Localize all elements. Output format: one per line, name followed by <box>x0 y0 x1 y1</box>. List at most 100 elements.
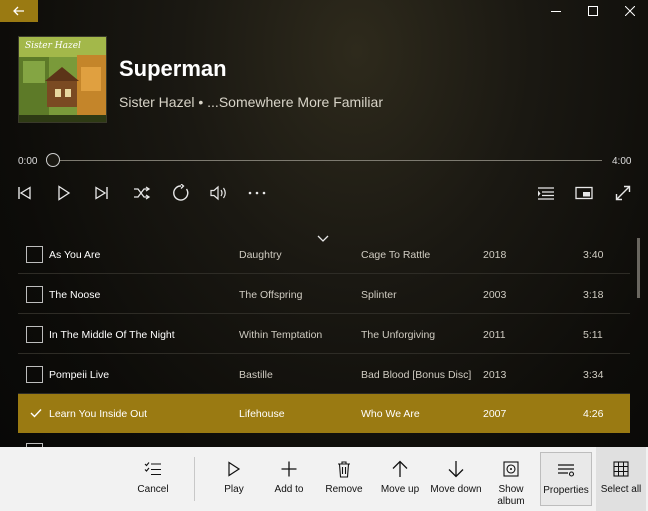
seek-thumb[interactable] <box>46 153 60 167</box>
track-duration: 3:34 <box>583 369 604 381</box>
minimize-button[interactable] <box>536 0 576 22</box>
properties-label: Properties <box>543 485 589 496</box>
track-title: In The Middle Of The Night <box>49 329 175 341</box>
cancel-selection-icon <box>144 462 161 476</box>
next-icon <box>95 186 108 200</box>
arrow-up-icon <box>392 460 408 477</box>
properties-button[interactable]: Properties <box>540 452 592 506</box>
next-button[interactable] <box>90 182 114 204</box>
track-row[interactable]: The Noose The Offspring Splinter 2003 3:… <box>18 275 630 314</box>
select-all-icon <box>613 461 629 477</box>
track-artist: Bastille <box>239 369 273 381</box>
command-divider <box>194 457 195 501</box>
previous-icon <box>18 186 31 200</box>
track-artist: Daughtry <box>239 249 282 261</box>
track-duration: 4:26 <box>583 408 604 420</box>
arrow-left-icon <box>13 6 24 16</box>
track-title: As You Are <box>49 249 101 261</box>
move-up-button[interactable]: Move up <box>376 447 424 511</box>
repeat-icon <box>173 184 189 201</box>
list-scrollbar[interactable] <box>637 238 640 298</box>
close-button[interactable] <box>610 0 648 22</box>
track-album: Who We Are <box>361 408 420 420</box>
volume-button[interactable] <box>207 182 231 204</box>
track-artist: Within Temptation <box>239 329 323 341</box>
plus-icon <box>281 461 297 477</box>
track-year: 2018 <box>483 249 507 261</box>
properties-icon <box>558 464 575 477</box>
track-row[interactable]: In The Middle Of The Night Within Tempta… <box>18 315 630 354</box>
more-button[interactable] <box>245 182 269 204</box>
song-title: Superman <box>119 56 227 81</box>
cancel-button[interactable]: Cancel <box>128 447 178 511</box>
add-to-button[interactable]: Add to <box>268 447 310 511</box>
play-icon <box>228 461 241 477</box>
cancel-label: Cancel <box>137 484 169 495</box>
play-button[interactable] <box>52 182 76 204</box>
track-row[interactable]: Pompeii Live Bastille Bad Blood [Bonus D… <box>18 355 630 394</box>
mini-view-icon <box>575 186 593 200</box>
minimize-icon <box>551 11 561 12</box>
track-title: The Noose <box>49 289 101 301</box>
track-checkbox[interactable] <box>26 286 43 303</box>
remove-button[interactable]: Remove <box>322 447 366 511</box>
play-selected-button[interactable]: Play <box>214 447 254 511</box>
mini-view-button[interactable] <box>572 182 596 204</box>
track-artist: The Offspring <box>239 289 303 301</box>
seek-bar[interactable] <box>52 160 602 161</box>
show-album-label: Show album <box>497 484 525 507</box>
arrow-down-icon <box>448 461 464 478</box>
track-artist: Lifehouse <box>239 408 285 420</box>
command-bar: Cancel Play Add to Remove Move up Move d… <box>0 447 648 511</box>
track-checkbox[interactable] <box>26 326 43 343</box>
more-icon <box>248 191 266 195</box>
track-year: 2007 <box>483 408 507 420</box>
close-icon <box>625 6 635 16</box>
move-up-label: Move up <box>380 484 420 495</box>
track-album: Bad Blood [Bonus Disc] ( <box>361 369 474 381</box>
add-to-label: Add to <box>274 484 304 495</box>
svg-text:Sister Hazel: Sister Hazel <box>25 41 81 51</box>
full-screen-button[interactable] <box>611 182 635 204</box>
track-row-selected[interactable]: Learn You Inside Out Lifehouse Who We Ar… <box>18 394 630 433</box>
full-screen-icon <box>615 185 631 201</box>
maximize-icon <box>588 6 598 16</box>
album-icon <box>503 461 519 477</box>
track-album: The Unforgiving <box>361 329 436 341</box>
volume-icon <box>210 185 226 201</box>
track-duration: 3:18 <box>583 289 604 301</box>
move-down-button[interactable]: Move down <box>428 447 484 511</box>
elapsed-time: 0:00 <box>18 156 38 167</box>
trash-icon <box>338 460 350 478</box>
track-duration: 3:40 <box>583 249 604 261</box>
now-playing-list-button[interactable] <box>534 182 558 204</box>
album-art: Sister Hazel <box>18 36 107 123</box>
previous-button[interactable] <box>12 182 36 204</box>
track-year: 2011 <box>483 329 506 341</box>
track-year: 2003 <box>483 289 507 301</box>
track-album: Cage To Rattle <box>361 249 431 261</box>
track-row[interactable]: As You Are Daughtry Cage To Rattle 2018 … <box>18 235 630 274</box>
remove-label: Remove <box>325 484 363 495</box>
track-checkbox[interactable] <box>26 246 43 263</box>
track-album: Splinter <box>361 289 397 301</box>
shuffle-button[interactable] <box>130 182 154 204</box>
artist-album-link[interactable]: Sister Hazel • ...Somewhere More Familia… <box>119 94 383 110</box>
back-button[interactable] <box>0 0 38 22</box>
maximize-button[interactable] <box>573 0 613 22</box>
show-album-button[interactable]: Show album <box>491 447 531 511</box>
app-window: Sister Hazel Superman Sister Hazel • ...… <box>0 0 648 511</box>
track-duration: 5:11 <box>583 329 603 341</box>
shuffle-icon <box>134 186 151 200</box>
track-checkbox[interactable] <box>26 366 43 383</box>
track-title: Learn You Inside Out <box>49 408 148 420</box>
select-all-label: Select all <box>600 484 642 495</box>
play-icon <box>58 185 71 201</box>
repeat-button[interactable] <box>169 182 193 204</box>
move-down-label: Move down <box>430 484 482 495</box>
select-all-button[interactable]: Select all <box>596 447 646 511</box>
track-year: 2013 <box>483 369 507 381</box>
track-row-partial[interactable] <box>18 434 630 460</box>
track-title: Pompeii Live <box>49 369 110 381</box>
play-label: Play <box>224 484 244 495</box>
